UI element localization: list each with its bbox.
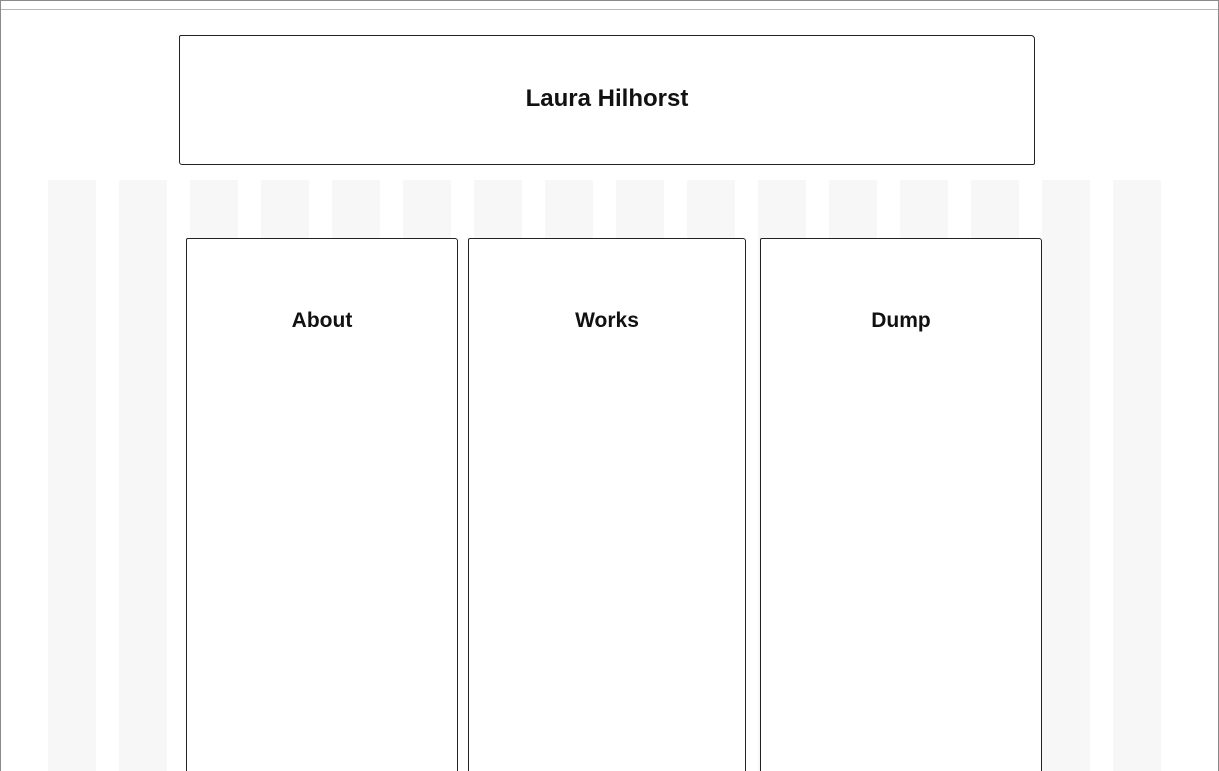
site-title: Laura Hilhorst	[525, 85, 689, 112]
header-box: Laura Hilhorst	[179, 35, 1035, 165]
works-panel-title: Works	[575, 309, 639, 332]
top-bar	[1, 1, 1218, 10]
wireframe-canvas: Laura Hilhorst About Works Dump	[0, 0, 1219, 771]
about-panel-title: About	[291, 309, 353, 332]
works-panel[interactable]: Works	[468, 238, 746, 771]
dump-panel-title: Dump	[871, 309, 931, 332]
about-panel[interactable]: About	[186, 238, 458, 771]
dump-panel[interactable]: Dump	[760, 238, 1042, 771]
